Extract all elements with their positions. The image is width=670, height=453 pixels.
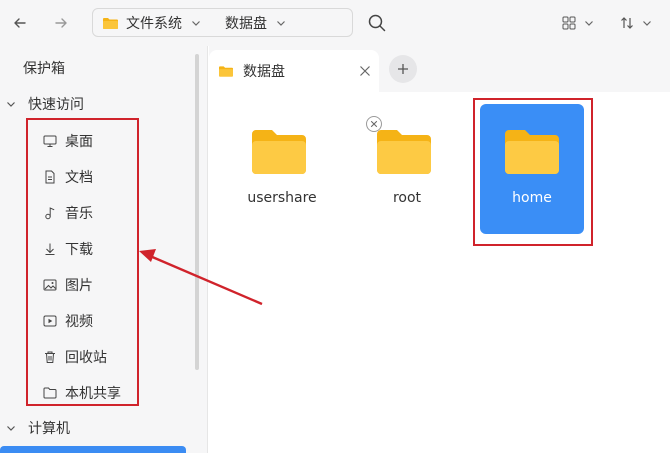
forward-button[interactable]: [50, 12, 72, 34]
folder-icon: [219, 66, 233, 77]
close-icon: [370, 120, 378, 128]
breadcrumb-label: 文件系统: [126, 15, 182, 32]
toolbar: 文件系统 数据盘: [0, 0, 670, 46]
no-access-badge: [366, 116, 382, 132]
tab-label: 数据盘: [243, 64, 285, 80]
folder-icon: [377, 130, 431, 174]
file-name: usershare: [247, 190, 317, 206]
breadcrumb-label: 数据盘: [225, 15, 267, 32]
chevron-down-icon[interactable]: [6, 99, 16, 109]
sidebar-group-label: 计算机: [28, 421, 70, 437]
chevron-down-icon: [643, 21, 651, 26]
view-mode-button[interactable]: [562, 14, 602, 32]
breadcrumb-data-disk[interactable]: 数据盘: [225, 13, 286, 33]
sidebar-scrollbar[interactable]: [195, 54, 199, 370]
folder-icon: [252, 130, 306, 174]
folder-icon: [103, 17, 118, 29]
arrow-left-icon: [14, 18, 26, 28]
chevron-down-icon[interactable]: [191, 18, 201, 28]
sidebar-item-label: 保护箱: [23, 61, 65, 77]
search-button[interactable]: [367, 13, 387, 33]
new-tab-button[interactable]: [389, 55, 417, 83]
sidebar-item-vault[interactable]: 保护箱: [23, 58, 65, 78]
annotation-box-home: [473, 98, 593, 246]
chevron-down-icon: [585, 21, 593, 26]
file-item-usershare[interactable]: usershare: [226, 104, 338, 234]
annotation-box-quick-access: [26, 118, 139, 406]
close-icon[interactable]: [359, 65, 371, 77]
sidebar-group-quick-access[interactable]: 快速访问: [6, 94, 84, 114]
tab-data-disk[interactable]: 数据盘: [209, 50, 379, 92]
back-button[interactable]: [9, 12, 31, 34]
sidebar-item-selected[interactable]: [0, 446, 186, 453]
file-view[interactable]: usershare root home: [209, 92, 670, 453]
chevron-down-icon[interactable]: [276, 18, 286, 28]
sort-button[interactable]: [620, 14, 660, 32]
sort-icon: [621, 17, 633, 29]
plus-icon: [398, 64, 408, 74]
address-bar[interactable]: 文件系统 数据盘: [92, 8, 353, 37]
tab-bar: 数据盘: [209, 46, 670, 92]
grid-view-icon: [562, 16, 576, 30]
arrow-right-icon: [55, 18, 67, 28]
search-icon: [368, 14, 386, 32]
breadcrumb-file-system[interactable]: 文件系统: [103, 13, 201, 33]
sidebar-group-label: 快速访问: [28, 97, 84, 113]
chevron-down-icon[interactable]: [6, 423, 16, 433]
sidebar-group-computer[interactable]: 计算机: [6, 418, 70, 438]
file-name: root: [392, 190, 422, 206]
